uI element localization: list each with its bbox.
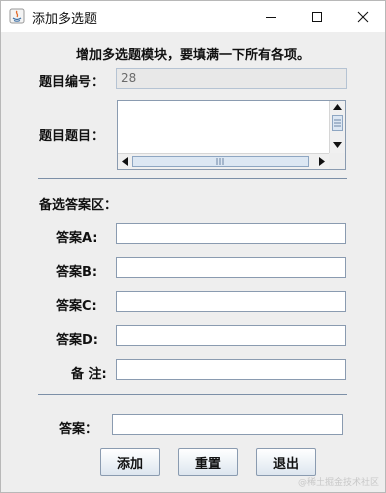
horizontal-scroll-thumb[interactable]: [132, 156, 309, 167]
form-heading: 增加多选题模块，要填满一下所有各项。: [75, 48, 310, 63]
close-icon: [357, 11, 369, 22]
correct-answer-input[interactable]: [112, 414, 343, 435]
answer-a-label: 答案A:: [56, 231, 98, 246]
question-text-area[interactable]: [117, 100, 346, 170]
note-input[interactable]: [116, 359, 346, 380]
exit-button[interactable]: 退出: [256, 448, 316, 476]
note-label: 备 注:: [71, 367, 107, 382]
minimize-icon: [266, 16, 276, 18]
java-app-icon: [9, 8, 25, 24]
separator-bottom: [38, 394, 347, 395]
correct-answer-label: 答案：: [59, 422, 99, 437]
scroll-down-arrow-icon[interactable]: [333, 142, 342, 148]
scroll-corner: [329, 153, 345, 169]
scroll-right-arrow-icon[interactable]: [319, 157, 325, 166]
question-id-field[interactable]: 28: [116, 68, 347, 89]
reset-button[interactable]: 重置: [178, 448, 238, 476]
horizontal-scrollbar[interactable]: [118, 153, 329, 169]
answer-c-input[interactable]: [116, 291, 346, 312]
answer-c-label: 答案C:: [56, 299, 97, 314]
answer-d-label: 答案D:: [56, 333, 98, 348]
scroll-up-arrow-icon[interactable]: [333, 104, 342, 110]
question-text-label: 题目题目：: [39, 129, 105, 144]
answer-d-input[interactable]: [116, 325, 346, 346]
options-section-label: 备选答案区：: [39, 198, 118, 213]
vertical-scroll-thumb[interactable]: [332, 115, 343, 131]
grip-icon: [216, 158, 224, 165]
watermark-text: @稀土掘金技术社区: [297, 478, 379, 488]
vertical-scrollbar[interactable]: [329, 101, 345, 153]
scroll-left-arrow-icon[interactable]: [122, 157, 128, 166]
answer-b-input[interactable]: [116, 257, 346, 278]
add-multiple-choice-window: 添加多选题 增加多选题模块，要填满一下所有各项。 题目编号： 28 题目题目：: [0, 0, 386, 493]
answer-a-input[interactable]: [116, 223, 346, 244]
maximize-icon: [312, 11, 322, 22]
add-button[interactable]: 添加: [100, 448, 160, 476]
separator-top: [38, 178, 347, 179]
window-title: 添加多选题: [32, 12, 98, 27]
grip-icon: [334, 119, 341, 127]
minimize-button[interactable]: [248, 1, 294, 32]
question-id-label: 题目编号：: [39, 75, 105, 90]
close-button[interactable]: [340, 1, 386, 32]
title-bar[interactable]: 添加多选题: [1, 1, 385, 32]
answer-b-label: 答案B:: [56, 265, 98, 280]
maximize-button[interactable]: [294, 1, 340, 32]
